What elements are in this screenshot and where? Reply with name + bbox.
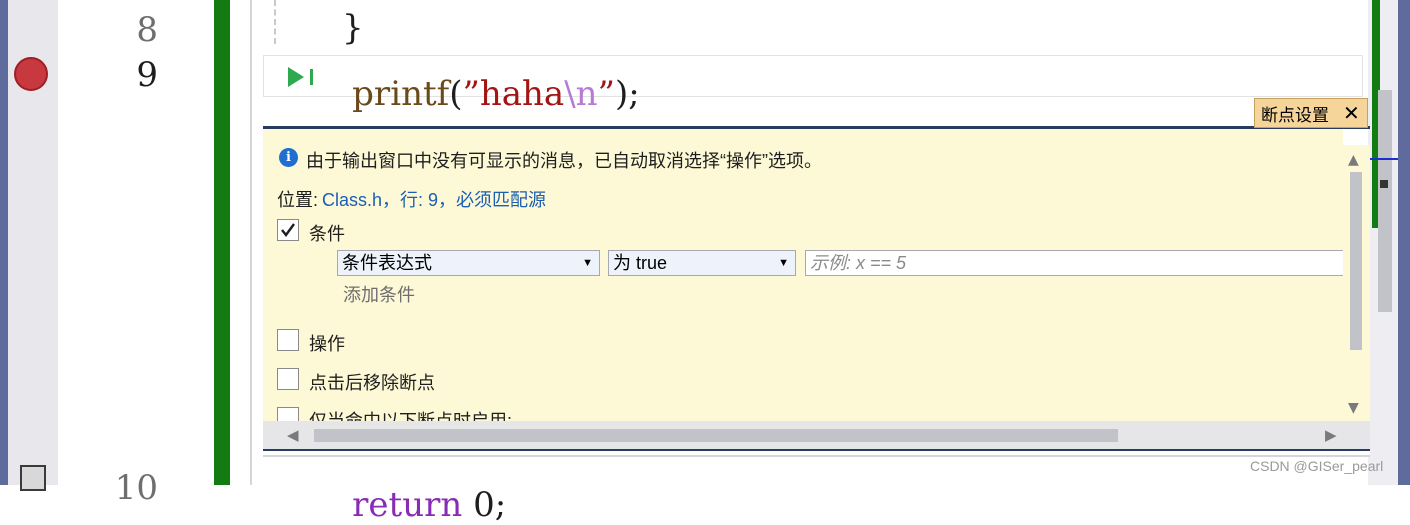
condition-operator-value: 为 true [613, 253, 668, 273]
code-line-8[interactable]: } [342, 8, 364, 48]
bookmark-icon[interactable] [20, 465, 46, 491]
info-icon: i [279, 148, 298, 167]
window-edge-right [1398, 0, 1410, 485]
watermark: CSDN @GISer_pearl [1250, 458, 1384, 474]
return-value: 0; [462, 485, 507, 525]
condition-operator-select[interactable]: 为 true ▼ [608, 250, 796, 276]
breakpoint-settings-tab[interactable]: 断点设置 ✕ [1254, 98, 1368, 128]
scroll-right-arrow-icon[interactable]: ▶ [1325, 426, 1337, 444]
line-number-9: 9 [136, 55, 158, 95]
panel-horizontal-scroll-thumb[interactable] [314, 429, 1118, 442]
escape-sequence: \n [564, 74, 598, 114]
panel-vertical-scroll-thumb[interactable] [1350, 172, 1362, 350]
scrollbar-breakpoint-marker [1380, 180, 1388, 188]
scroll-left-arrow-icon[interactable]: ◀ [287, 426, 299, 444]
change-tracking-bar [214, 0, 230, 485]
window-edge [0, 0, 8, 485]
location-link[interactable]: Class.h，行: 9，必须匹配源 [322, 186, 546, 212]
editor-scrollbar-thumb[interactable] [1378, 90, 1392, 312]
enable-only-when-row: 仅当命中以下断点时启用: [263, 400, 1343, 421]
actions-label: 操作 [309, 334, 345, 354]
outline-gutter [250, 0, 252, 485]
enable-only-when-label: 仅当命中以下断点时启用: [309, 411, 512, 421]
location-label: 位置: [277, 190, 319, 210]
chevron-down-icon: ▼ [778, 257, 789, 269]
condition-label: 条件 [309, 224, 345, 244]
chevron-down-icon: ▼ [582, 257, 593, 269]
open-paren: ( [449, 74, 463, 114]
condition-expression-input[interactable]: 示例: x == 5 [805, 250, 1345, 276]
check-icon [281, 223, 295, 237]
add-condition-link[interactable]: 添加条件 [343, 281, 415, 307]
line-number-10: 10 [114, 468, 158, 508]
expression-placeholder: 示例: x == 5 [810, 253, 907, 273]
scroll-down-arrow-icon[interactable]: ▼ [1348, 400, 1359, 416]
actions-checkbox[interactable] [277, 329, 299, 351]
breakpoint-icon[interactable] [14, 57, 48, 91]
tab-title: 断点设置 [1261, 105, 1329, 126]
scroll-up-arrow-icon[interactable]: ▲ [1348, 152, 1359, 168]
condition-type-select[interactable]: 条件表达式 ▼ [337, 250, 600, 276]
info-message: 由于输出窗口中没有可显示的消息，已自动取消选择“操作”选项。 [306, 151, 822, 171]
line-number-margin: 8 9 10 [58, 0, 214, 508]
line-number-8: 8 [136, 10, 158, 50]
code-line-10[interactable]: return 0; [342, 466, 506, 525]
condition-checkbox[interactable] [277, 219, 299, 241]
scrollbar-caret-marker [1370, 158, 1398, 160]
code-line-9[interactable]: printf(”haha\n”); [342, 55, 640, 114]
string-literal: ”haha [462, 74, 565, 114]
condition-type-value: 条件表达式 [342, 253, 432, 273]
keyword-return: return [352, 485, 463, 525]
close-icon[interactable]: ✕ [1343, 101, 1360, 125]
close-paren: ); [614, 74, 640, 114]
remove-after-hit-checkbox[interactable] [277, 368, 299, 390]
string-literal-end: ” [597, 74, 615, 114]
peek-border-bottom [263, 449, 1370, 457]
current-statement-icon [287, 66, 317, 88]
indent-guide [274, 0, 276, 44]
function-name: printf [352, 74, 450, 114]
remove-after-hit-label: 点击后移除断点 [309, 373, 435, 393]
enable-only-when-checkbox[interactable] [277, 407, 299, 421]
